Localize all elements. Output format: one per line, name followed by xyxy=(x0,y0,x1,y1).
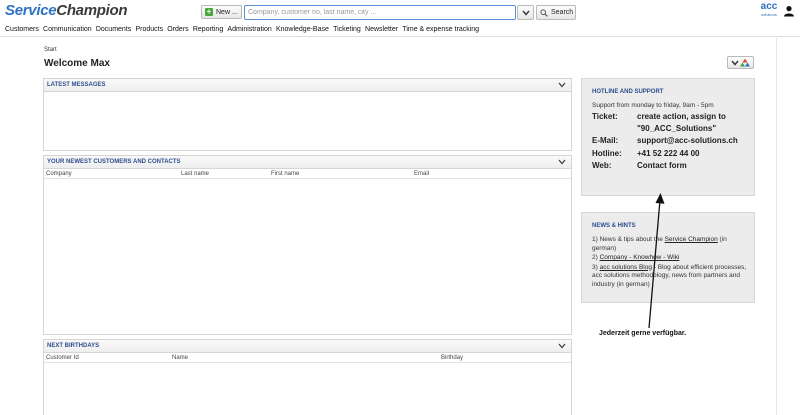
menu-item-customers[interactable]: Customers xyxy=(5,26,39,33)
column-header-email[interactable]: Email xyxy=(414,171,429,177)
hotline-row-phone: Hotline: +41 52 222 44 00 xyxy=(592,148,754,160)
menu-item-newsletter[interactable]: Newsletter xyxy=(365,26,398,33)
panel-header: YOUR NEWEST CUSTOMERS AND CONTACTS xyxy=(44,156,571,169)
dashboard-options-button[interactable] xyxy=(727,56,754,69)
acc-logo-big: acc xyxy=(760,1,778,12)
column-header-company[interactable]: Company xyxy=(46,171,72,177)
menu-item-orders[interactable]: Orders xyxy=(167,26,188,33)
menu-item-ticketing[interactable]: Ticketing xyxy=(333,26,361,33)
service-champion-logo[interactable]: ServiceChampion xyxy=(5,2,128,19)
hotline-value: create action, assign to "90_ACC_Solutio… xyxy=(637,112,726,133)
panel-title: YOUR NEWEST CUSTOMERS AND CONTACTS xyxy=(47,159,181,165)
top-bar: ServiceChampion + New ... Search acc sol… xyxy=(0,0,800,23)
hotline-row-ticket: Ticket: create action, assign to "90_ACC… xyxy=(592,111,754,134)
logo-part1: Service xyxy=(5,2,57,19)
user-icon[interactable] xyxy=(783,5,795,17)
collapse-chevron-icon[interactable] xyxy=(558,159,566,165)
new-button[interactable]: + New ... xyxy=(201,5,242,19)
latest-messages-panel: LATEST MESSAGES xyxy=(43,78,572,151)
menu-item-documents[interactable]: Documents xyxy=(96,26,131,33)
service-champion-news-link[interactable]: Service Champion xyxy=(665,236,718,243)
page-content: Start Welcome Max LATEST MESSAGES YOUR N… xyxy=(0,38,800,415)
hotline-phone: +41 52 222 44 00 xyxy=(637,148,700,158)
news-item-3: 3) acc solutions Blog - Blog about effic… xyxy=(592,264,748,290)
hotline-title: HOTLINE AND SUPPORT xyxy=(592,89,664,95)
newest-customers-panel: YOUR NEWEST CUSTOMERS AND CONTACTS Compa… xyxy=(43,155,572,335)
next-birthdays-panel: NEXT BIRTHDAYS Customer Id Name Birthday xyxy=(43,339,572,415)
hotline-key: Web: xyxy=(592,161,612,170)
menu-item-products[interactable]: Products xyxy=(135,26,163,33)
hotline-key: E-Mail: xyxy=(592,136,619,145)
panel-header: NEXT BIRTHDAYS xyxy=(44,340,571,353)
page-scrollbar[interactable] xyxy=(776,38,777,415)
breadcrumb[interactable]: Start xyxy=(44,47,57,53)
logo-part2: Champion xyxy=(56,2,128,19)
collapse-chevron-icon[interactable] xyxy=(558,343,566,349)
search-button-label: Search xyxy=(551,9,574,16)
search-input[interactable] xyxy=(244,5,516,20)
acc-logo-small: solutions xyxy=(761,12,777,17)
acc-solutions-logo: acc solutions xyxy=(759,2,779,20)
support-email-link[interactable]: support@acc-solutions.ch xyxy=(637,135,749,147)
hotline-support-box: HOTLINE AND SUPPORT Support from monday … xyxy=(581,78,755,196)
column-header-first-name[interactable]: First name xyxy=(271,171,299,177)
search-button[interactable]: Search xyxy=(536,5,576,20)
menu-item-knowledge-base[interactable]: Knowledge-Base xyxy=(276,26,329,33)
column-header-customer-id[interactable]: Customer Id xyxy=(46,355,79,361)
annotation-note: Jederzeit gerne verfügbar. xyxy=(599,330,687,337)
contact-form-link[interactable]: Contact form xyxy=(637,160,749,172)
column-header-name[interactable]: Name xyxy=(172,355,188,361)
plus-icon: + xyxy=(205,7,213,16)
panel-title: NEXT BIRTHDAYS xyxy=(47,343,100,349)
main-menu: Customers Communication Documents Produc… xyxy=(0,23,800,37)
hotline-row-web: Web: Contact form xyxy=(592,160,754,172)
widgets-icon xyxy=(740,58,751,67)
menu-item-administration[interactable]: Administration xyxy=(227,26,271,33)
hotline-key: Ticket: xyxy=(592,112,618,121)
news-item-2-prefix: 2) xyxy=(592,254,600,261)
page-title: Welcome Max xyxy=(44,58,110,69)
hotline-row-email: E-Mail: support@acc-solutions.ch xyxy=(592,135,754,147)
news-item-1: 1) News & tips about the Service Champio… xyxy=(592,236,748,253)
hotline-intro: Support from monday to friday, 9am - 5pm xyxy=(592,102,714,109)
column-header-birthday[interactable]: Birthday xyxy=(441,355,463,361)
news-item-2: 2) Company - Knowhow - Wiki xyxy=(592,254,748,263)
menu-item-reporting[interactable]: Reporting xyxy=(193,26,223,33)
chevron-down-icon xyxy=(521,10,530,16)
hotline-key: Hotline: xyxy=(592,148,622,158)
panel-header: LATEST MESSAGES xyxy=(44,79,571,92)
menu-item-communication[interactable]: Communication xyxy=(43,26,92,33)
table-header: Company Last name First name Email xyxy=(44,169,571,179)
menu-item-time-expense[interactable]: Time & expense tracking xyxy=(402,26,479,33)
search-icon xyxy=(540,8,548,17)
chevron-down-icon xyxy=(731,60,739,66)
column-header-last-name[interactable]: Last name xyxy=(181,171,209,177)
panel-title: LATEST MESSAGES xyxy=(47,82,106,88)
annotation-arrow xyxy=(648,193,665,329)
news-item-3-prefix: 3) xyxy=(592,263,600,271)
collapse-chevron-icon[interactable] xyxy=(558,82,566,88)
search-dropdown-button[interactable] xyxy=(517,5,534,20)
new-button-label: New ... xyxy=(216,8,238,16)
table-header: Customer Id Name Birthday xyxy=(44,353,571,363)
news-title: NEWS & HINTS xyxy=(592,223,636,229)
